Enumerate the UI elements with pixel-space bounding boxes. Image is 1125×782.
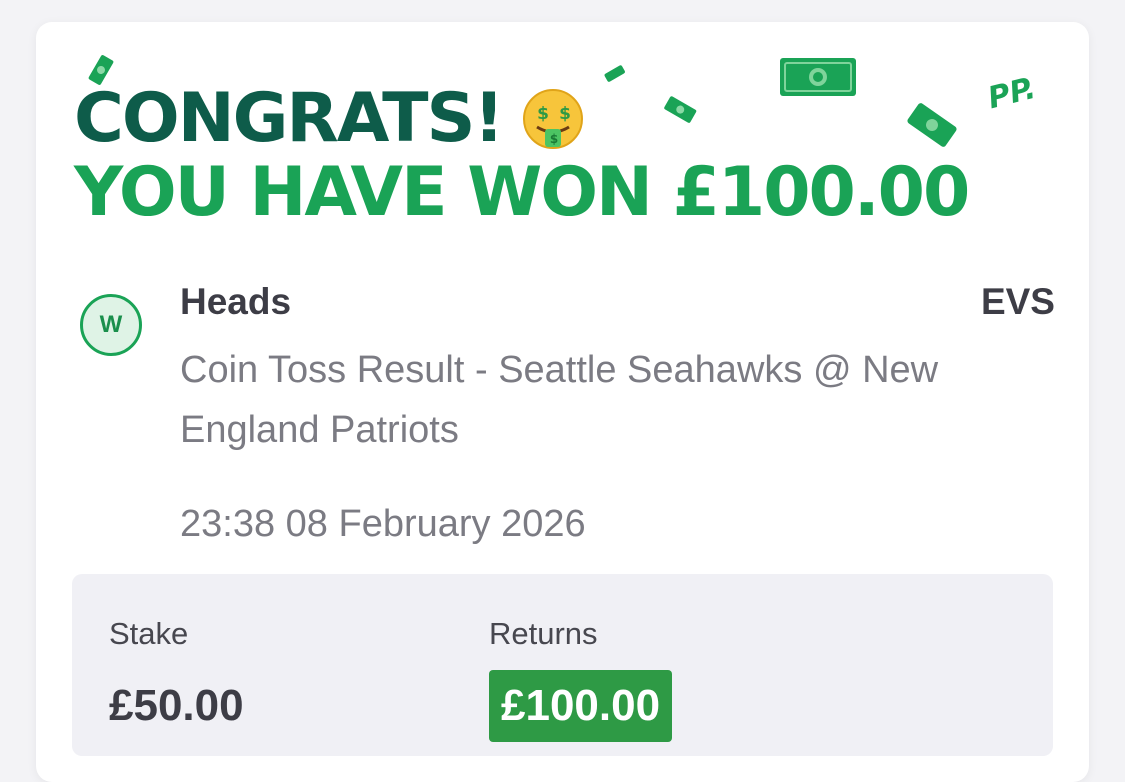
win-badge: W <box>80 294 142 356</box>
returns-column: Returns £100.00 <box>489 614 673 742</box>
odds-value: EVS <box>980 281 1055 322</box>
win-amount-title: YOU HAVE WON £100.00 <box>74 153 970 232</box>
returns-label: Returns <box>489 616 598 651</box>
svg-text:$: $ <box>559 104 570 124</box>
stake-column: Stake £50.00 <box>109 614 244 734</box>
market-name: Coin Toss Result - Seattle Seahawks @ Ne… <box>180 349 939 451</box>
money-mouth-face-icon: $ $ $ <box>522 89 583 149</box>
stake-value: £50.00 <box>109 681 244 730</box>
stake-label: Stake <box>109 616 189 651</box>
bet-datetime: 23:38 08 February 2026 <box>180 503 586 545</box>
bet-receipt-card: PP. CONGRATS! $ $ $ YOU HAVE WON £100.00… <box>36 22 1089 782</box>
win-header: CONGRATS! $ $ $ YOU HAVE WON £100.00 <box>74 80 1074 232</box>
congrats-title: CONGRATS! <box>74 79 505 158</box>
selection-name: Heads <box>180 281 292 322</box>
bet-summary-panel: Stake £50.00 Returns £100.00 <box>72 574 1053 756</box>
svg-text:$: $ <box>537 104 548 124</box>
returns-value: £100.00 <box>489 670 673 742</box>
